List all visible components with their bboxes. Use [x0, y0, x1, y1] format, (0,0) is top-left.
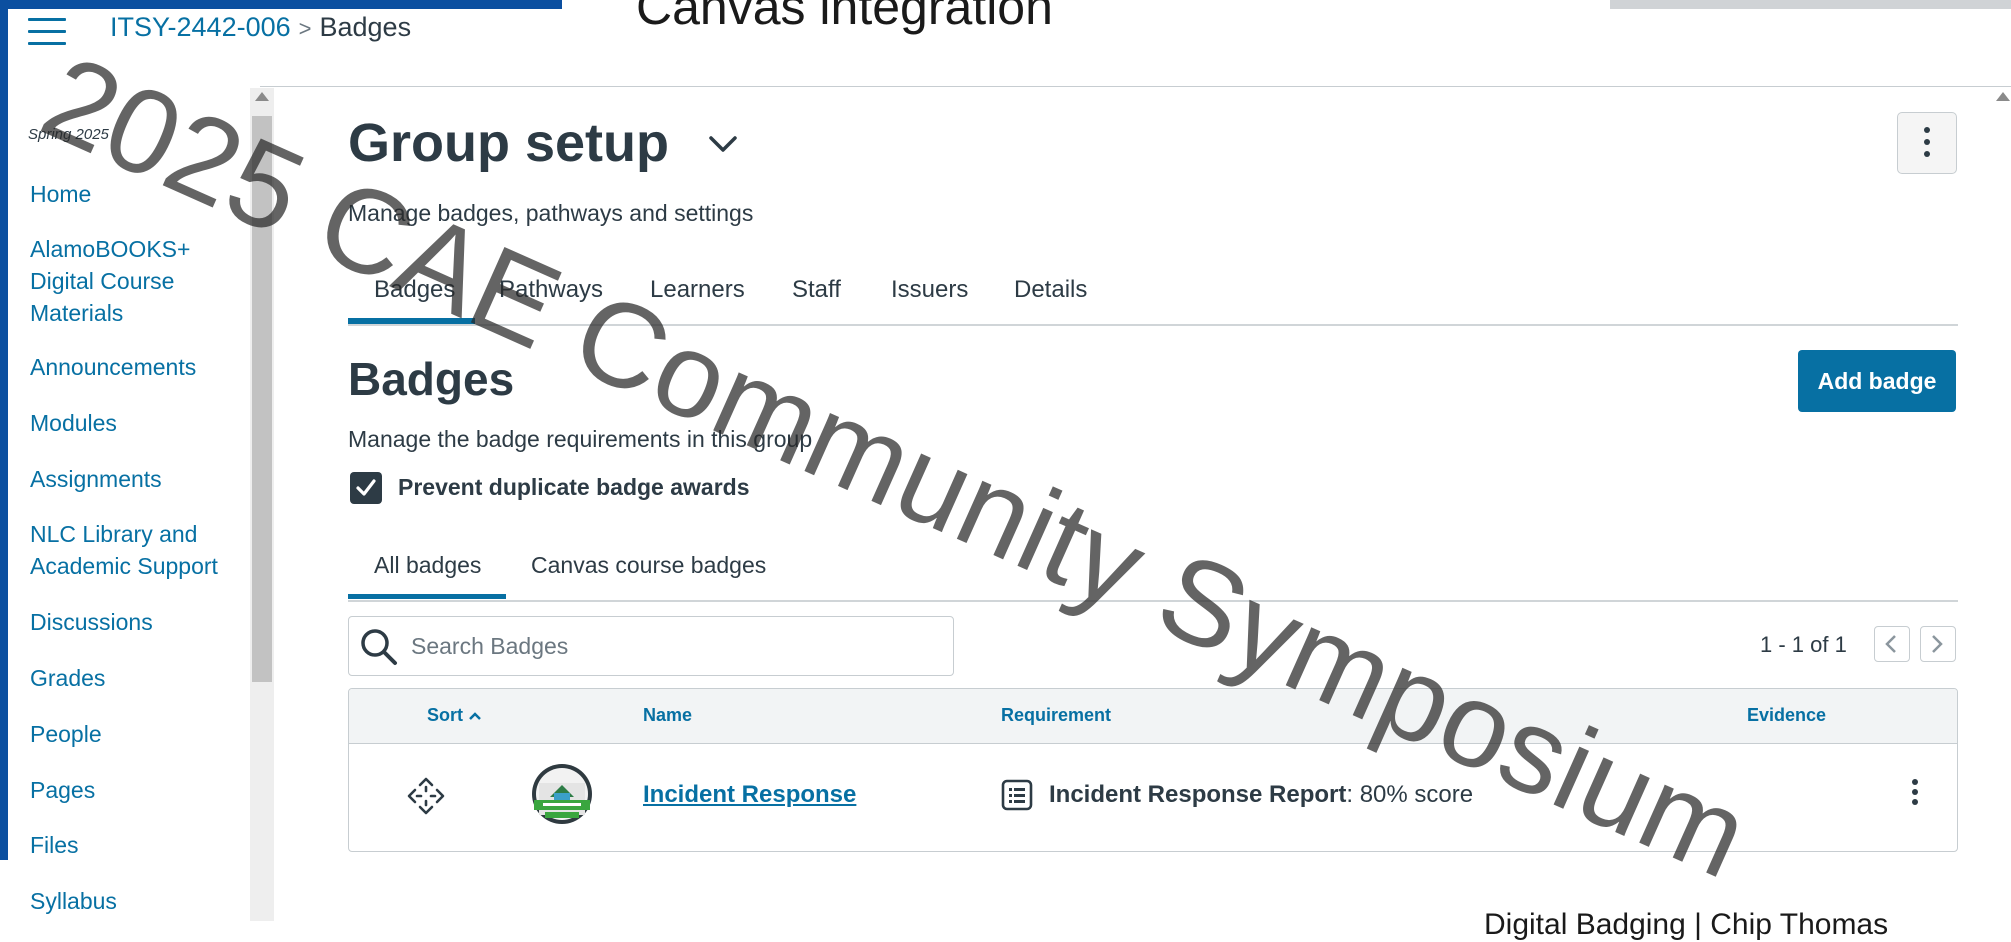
- subtab-all-badges[interactable]: All badges: [374, 552, 481, 579]
- breadcrumb-course-link[interactable]: ITSY-2442-006: [110, 12, 291, 42]
- page-subtitle: Manage badges, pathways and settings: [348, 200, 754, 226]
- requirement-column-header[interactable]: Requirement: [1001, 705, 1111, 726]
- badge-name-link[interactable]: Incident Response: [643, 781, 856, 809]
- sidebar-item-discussions[interactable]: Discussions: [30, 606, 153, 638]
- tab-learners[interactable]: Learners: [650, 276, 745, 304]
- add-badge-button[interactable]: Add badge: [1798, 350, 1956, 412]
- sidebar-item-people[interactable]: People: [30, 718, 102, 750]
- requirement-list-icon: [1001, 779, 1033, 811]
- chevron-right-icon: [1932, 635, 1943, 653]
- window-left-edge: [0, 0, 8, 860]
- tab-staff[interactable]: Staff: [792, 276, 841, 304]
- checkmark-icon: [356, 479, 376, 496]
- tab-details[interactable]: Details: [1014, 276, 1087, 304]
- sidebar-item-announcements[interactable]: Announcements: [30, 351, 196, 383]
- table-header: Sort Name Requirement Evidence: [349, 689, 1957, 744]
- subtab-canvas-course-badges[interactable]: Canvas course badges: [531, 552, 766, 579]
- evidence-column-header[interactable]: Evidence: [1747, 705, 1826, 726]
- requirement-detail: : 80% score: [1346, 781, 1474, 808]
- sidebar-item-assignments[interactable]: Assignments: [30, 463, 162, 495]
- row-options-icon[interactable]: [1905, 775, 1925, 825]
- active-tab-indicator: [348, 318, 475, 324]
- slide-title: Canvas integration: [636, 0, 1053, 35]
- requirement-text: Incident Response Report: 80% score: [1049, 781, 1473, 809]
- more-options-icon[interactable]: [1897, 112, 1957, 174]
- tabs-divider: [348, 324, 1958, 326]
- subtabs-divider: [348, 600, 1958, 602]
- slide-footer: Digital Badging | Chip Thomas: [1484, 908, 1889, 941]
- requirement-title: Incident Response Report: [1049, 781, 1347, 808]
- tab-pathways[interactable]: Pathways: [499, 276, 603, 304]
- search-box[interactable]: [348, 616, 954, 676]
- slide-top-bar: [0, 0, 562, 9]
- badge-image: [532, 764, 592, 824]
- slide-top-gray-bar: [1610, 0, 2011, 9]
- chevron-left-icon: [1885, 635, 1896, 653]
- sidebar-item-files[interactable]: Files: [30, 829, 79, 861]
- sidebar-item-syllabus[interactable]: Syllabus: [30, 885, 117, 917]
- course-term: Spring 2025: [28, 126, 109, 143]
- tab-badges[interactable]: Badges: [374, 276, 455, 304]
- sort-column-header[interactable]: Sort: [427, 705, 482, 726]
- sidebar-item-pages[interactable]: Pages: [30, 774, 95, 806]
- prevent-duplicates-checkbox[interactable]: [350, 472, 382, 504]
- sidebar-item-home[interactable]: Home: [30, 178, 91, 210]
- next-page-button[interactable]: [1920, 626, 1956, 662]
- scroll-up-arrow-icon[interactable]: [255, 92, 269, 101]
- sidebar-item-alamobooks[interactable]: AlamoBOOKS+ Digital Course Materials: [30, 233, 230, 329]
- previous-page-button[interactable]: [1874, 626, 1910, 662]
- search-input[interactable]: [409, 625, 933, 667]
- chevron-down-icon[interactable]: [706, 132, 740, 156]
- sort-ascending-icon: [469, 712, 481, 720]
- hamburger-menu-icon[interactable]: [28, 18, 66, 48]
- name-column-header[interactable]: Name: [643, 705, 692, 726]
- pagination-count: 1 - 1 of 1: [1760, 632, 1847, 657]
- header-divider: [260, 86, 2011, 87]
- page-title: Group setup: [348, 113, 669, 173]
- sidebar-item-grades[interactable]: Grades: [30, 662, 105, 694]
- sidebar-scrollbar-thumb[interactable]: [252, 116, 272, 682]
- drag-handle-icon[interactable]: [407, 777, 445, 815]
- search-icon: [361, 629, 397, 665]
- prevent-duplicates-label[interactable]: Prevent duplicate badge awards: [398, 474, 750, 501]
- section-subtitle: Manage the badge requirements in this gr…: [348, 426, 813, 452]
- tab-issuers[interactable]: Issuers: [891, 276, 968, 304]
- section-title: Badges: [348, 353, 515, 405]
- sidebar-item-library[interactable]: NLC Library and Academic Support: [30, 518, 240, 582]
- badges-table: Sort Name Requirement Evidence Incident …: [348, 688, 1958, 852]
- page-scroll-up-arrow-icon[interactable]: [1996, 92, 2010, 101]
- sort-header-label: Sort: [427, 705, 463, 725]
- sidebar-item-modules[interactable]: Modules: [30, 407, 117, 439]
- breadcrumb-current: Badges: [319, 12, 412, 42]
- active-subtab-indicator: [348, 594, 506, 599]
- breadcrumb-separator: >: [298, 16, 312, 41]
- breadcrumb: ITSY-2442-006 > Badges: [110, 12, 411, 43]
